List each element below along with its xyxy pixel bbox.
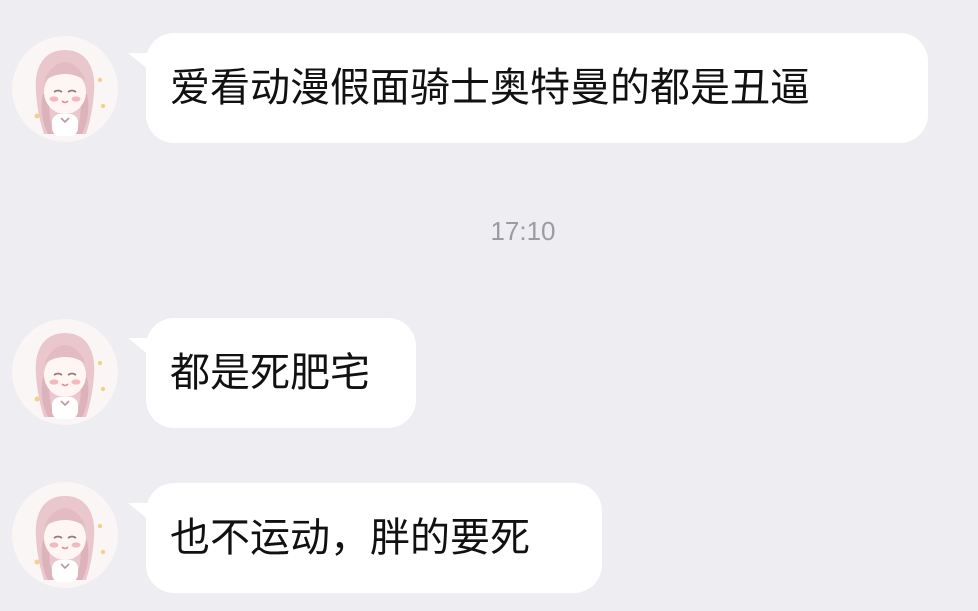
message-bubble[interactable]: 也不运动，胖的要死 <box>128 483 602 593</box>
timestamp: 17:10 <box>490 216 556 246</box>
message-text: 都是死肥宅 <box>170 350 370 396</box>
bubble-tail <box>128 503 150 521</box>
message-bubble[interactable]: 都是死肥宅 <box>128 318 416 428</box>
chat-conversation: 爱看动漫假面骑士奥特曼的都是丑逼 17:10 都是死肥宅 也不运动，胖的要死 <box>0 0 978 611</box>
avatar-icon[interactable] <box>12 36 118 142</box>
avatar-icon[interactable] <box>12 319 118 425</box>
bubble-tail <box>128 53 150 71</box>
message-text: 也不运动，胖的要死 <box>170 515 530 561</box>
avatar-icon[interactable] <box>12 482 118 588</box>
message-bubble[interactable]: 爱看动漫假面骑士奥特曼的都是丑逼 <box>128 33 928 143</box>
message-text: 爱看动漫假面骑士奥特曼的都是丑逼 <box>170 65 810 111</box>
bubble-tail <box>128 338 150 356</box>
